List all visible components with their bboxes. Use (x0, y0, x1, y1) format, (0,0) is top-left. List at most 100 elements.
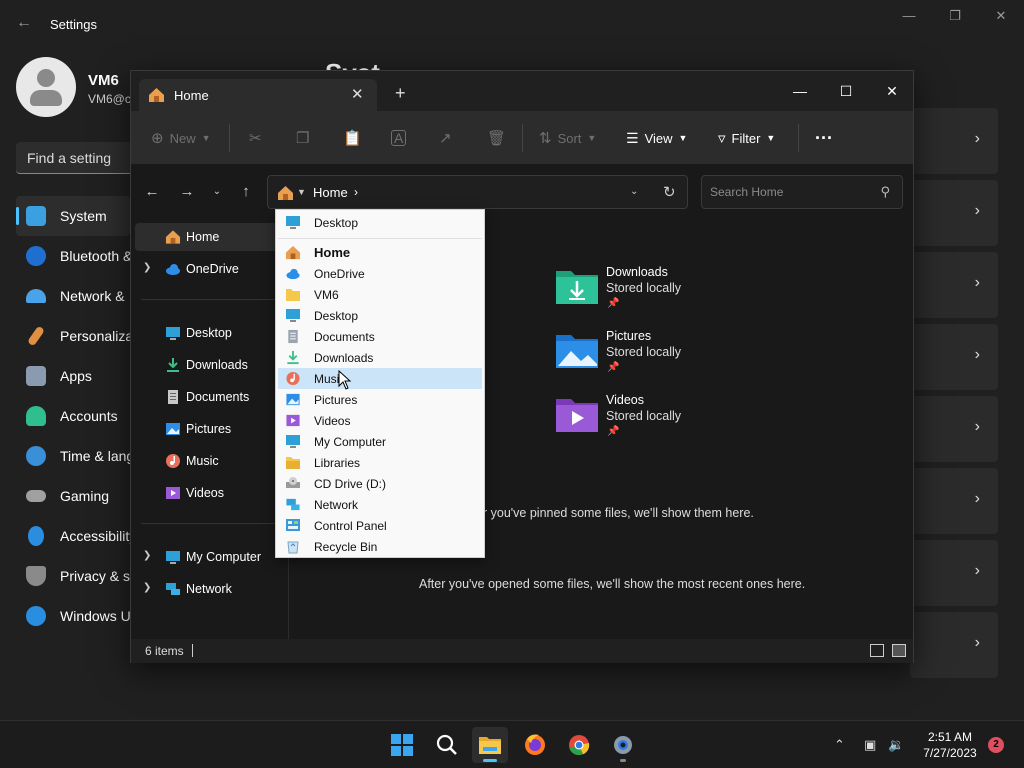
sidebar-item-desktop[interactable]: Desktop (135, 319, 285, 347)
nav-item-bluetooth[interactable]: Bluetooth & (16, 236, 130, 276)
menu-item-videos[interactable]: Videos (278, 410, 482, 431)
avatar[interactable] (16, 57, 76, 117)
copy-button[interactable]: ❐ (296, 128, 309, 148)
search-button[interactable] (429, 727, 465, 763)
forward-arrow-icon[interactable]: → (177, 183, 197, 200)
refresh-icon[interactable]: ↻ (663, 183, 676, 201)
menu-item-control-panel[interactable]: Control Panel (278, 515, 482, 536)
address-bar[interactable]: ▼ Home › ⌄ ↻ (267, 175, 688, 209)
minimize-icon[interactable]: — (777, 77, 823, 105)
start-button[interactable] (384, 727, 420, 763)
sidebar-item-network[interactable]: ❯ Network (135, 575, 285, 603)
menu-item-downloads[interactable]: Downloads (278, 347, 482, 368)
sort-button[interactable]: ⇅ Sort ▼ (539, 128, 596, 148)
menu-item-vm6[interactable]: VM6 (278, 284, 482, 305)
details-view-icon[interactable] (870, 644, 884, 657)
nav-item-personalization[interactable]: Personaliza (16, 316, 130, 356)
more-options-button[interactable]: ··· (815, 128, 833, 148)
view-button[interactable]: ☰ View ▼ (626, 128, 687, 148)
notification-badge[interactable]: 2 (988, 737, 1004, 753)
settings-card[interactable]: › (910, 180, 998, 246)
search-input[interactable]: Search Home ⚲ (701, 175, 903, 209)
nav-item-apps[interactable]: Apps (16, 356, 130, 396)
menu-item-desktop[interactable]: Desktop (278, 305, 482, 326)
settings-taskbar-button[interactable] (605, 727, 641, 763)
menu-item-libraries[interactable]: Libraries (278, 452, 482, 473)
close-icon[interactable]: ✕ (978, 8, 1024, 28)
chevron-down-icon: ▼ (201, 133, 211, 143)
menu-item-onedrive[interactable]: OneDrive (278, 263, 482, 284)
new-tab-icon[interactable]: + (395, 83, 406, 104)
menu-item-pictures[interactable]: Pictures (278, 389, 482, 410)
new-button[interactable]: ⊕ New ▼ (151, 128, 211, 148)
delete-button[interactable]: 🗑 (487, 128, 506, 148)
sidebar-item-music[interactable]: Music (135, 447, 285, 475)
settings-card[interactable]: › (910, 324, 998, 390)
file-explorer-taskbar-button[interactable] (472, 727, 508, 763)
chevron-right-icon[interactable]: ❯ (143, 262, 151, 273)
paste-button[interactable]: 📋 (343, 128, 362, 148)
quick-access-videos[interactable]: Videos Stored locally 📌 (555, 393, 715, 443)
network-status-icon[interactable]: ▣ (864, 737, 876, 753)
nav-item-system[interactable]: System (16, 196, 130, 236)
volume-icon[interactable]: 🔉 (888, 737, 904, 753)
rename-button[interactable]: A (391, 128, 407, 148)
quick-access-downloads[interactable]: Downloads Stored locally 📌 (555, 265, 715, 315)
sidebar-item-documents[interactable]: Documents (135, 383, 285, 411)
back-arrow-icon[interactable]: ← (142, 183, 162, 200)
sidebar-item-my-computer[interactable]: ❯ My Computer (135, 543, 285, 571)
settings-card[interactable]: › (910, 468, 998, 534)
home-icon (285, 245, 301, 260)
nav-item-privacy[interactable]: Privacy & se (16, 556, 130, 596)
settings-card[interactable]: › (910, 252, 998, 318)
chevron-right-icon[interactable]: ❯ (143, 550, 151, 561)
cut-button[interactable]: ✂ (249, 128, 262, 148)
address-dropdown-icon[interactable]: ⌄ (630, 186, 638, 197)
menu-item-network[interactable]: Network (278, 494, 482, 515)
breadcrumb[interactable]: Home (313, 185, 348, 200)
menu-item-desktop-top[interactable]: Desktop (278, 212, 482, 233)
filter-button[interactable]: ▿ Filter ▼ (718, 128, 775, 148)
close-icon[interactable]: ✕ (869, 77, 915, 105)
clock[interactable]: 2:51 AM 7/27/2023 (920, 729, 980, 761)
chevron-down-icon[interactable]: ▼ (297, 187, 306, 197)
menu-item-recycle-bin[interactable]: Recycle Bin (278, 536, 482, 557)
menu-item-documents[interactable]: Documents (278, 326, 482, 347)
recent-chevron-icon[interactable]: ⌄ (207, 186, 227, 197)
firefox-button[interactable] (517, 727, 553, 763)
nav-item-accessibility[interactable]: Accessibility (16, 516, 130, 556)
nav-item-gaming[interactable]: Gaming (16, 476, 130, 516)
chrome-button[interactable] (561, 727, 597, 763)
show-hidden-icons-chevron-icon[interactable]: ⌃ (834, 737, 845, 753)
nav-item-accounts[interactable]: Accounts (16, 396, 130, 436)
tab-home[interactable]: Home ✕ (139, 79, 377, 111)
quick-access-pictures[interactable]: Pictures Stored locally 📌 (555, 329, 715, 379)
sidebar-item-pictures[interactable]: Pictures (135, 415, 285, 443)
minimize-icon[interactable]: — (886, 8, 932, 28)
chevron-right-icon[interactable]: › (354, 185, 358, 199)
sidebar-item-home[interactable]: Home (135, 223, 285, 251)
settings-card[interactable]: › (910, 612, 998, 678)
sidebar-item-downloads[interactable]: Downloads (135, 351, 285, 379)
nav-item-windows-update[interactable]: Windows U (16, 596, 130, 636)
menu-item-cd-drive[interactable]: CD Drive (D:) (278, 473, 482, 494)
back-arrow-icon[interactable]: ← (16, 14, 32, 34)
share-button[interactable]: ↗ (439, 128, 452, 148)
nav-item-network[interactable]: Network & (16, 276, 130, 316)
nav-item-time-language[interactable]: Time & lang (16, 436, 130, 476)
maximize-icon[interactable]: ☐ (823, 77, 869, 105)
menu-item-music[interactable]: Music (278, 368, 482, 389)
chevron-right-icon[interactable]: ❯ (143, 582, 151, 593)
settings-card[interactable]: › (910, 396, 998, 462)
settings-card[interactable]: › (910, 540, 998, 606)
up-arrow-icon[interactable]: ↑ (236, 183, 256, 200)
sidebar-item-onedrive[interactable]: ❯ OneDrive (135, 255, 285, 283)
menu-item-home[interactable]: Home (278, 242, 482, 263)
large-icons-view-icon[interactable] (892, 644, 906, 657)
settings-card[interactable]: › (910, 108, 998, 174)
sidebar-item-videos[interactable]: Videos (135, 479, 285, 507)
menu-item-my-computer[interactable]: My Computer (278, 431, 482, 452)
tab-close-icon[interactable]: ✕ (351, 85, 364, 103)
restore-icon[interactable]: ❐ (932, 8, 978, 28)
find-setting-input[interactable]: Find a setting (16, 142, 136, 174)
